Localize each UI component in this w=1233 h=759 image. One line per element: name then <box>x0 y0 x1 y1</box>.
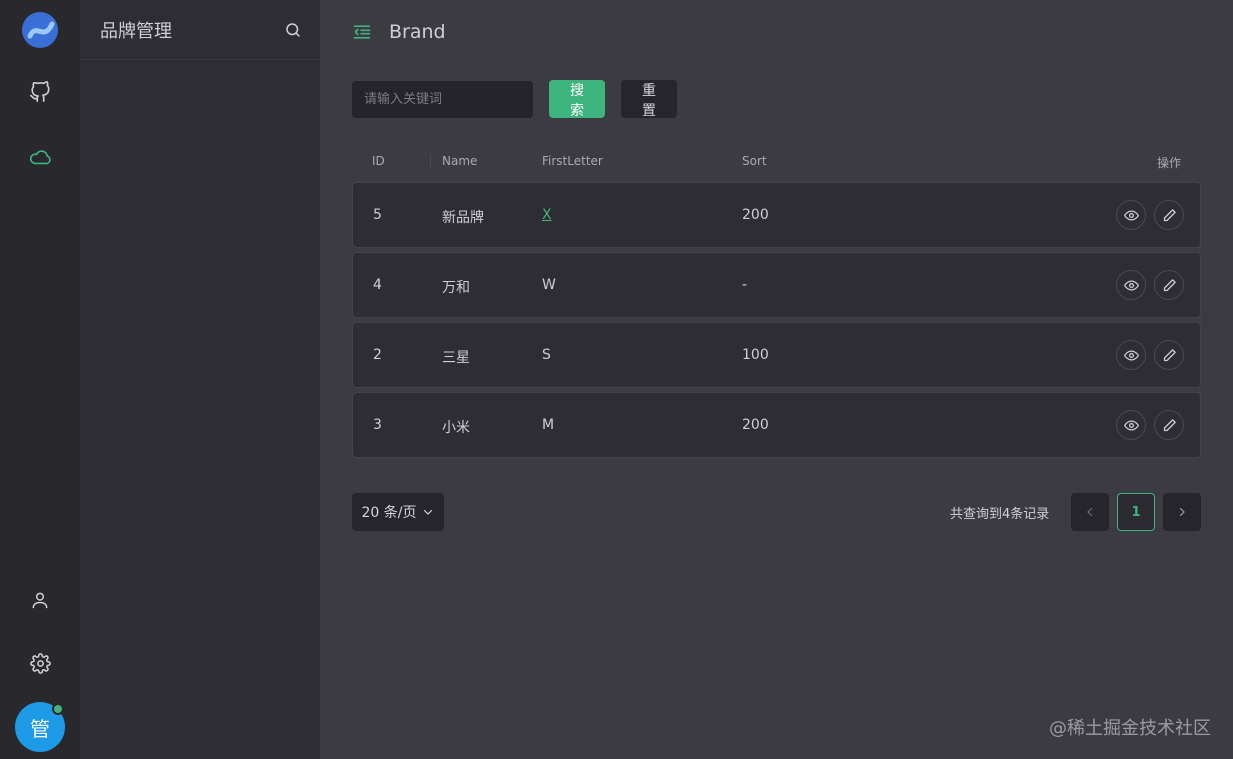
reset-button[interactable]: 重 置 <box>621 80 677 119</box>
online-status-dot <box>52 703 64 715</box>
app-logo-icon[interactable] <box>22 12 58 48</box>
view-button[interactable] <box>1116 340 1146 370</box>
cell-id: 4 <box>373 277 382 293</box>
search-icon[interactable] <box>284 21 302 39</box>
keyword-search-input[interactable] <box>352 80 533 118</box>
cell-sort: 200 <box>742 417 769 433</box>
view-button[interactable] <box>1116 410 1146 440</box>
edit-button[interactable] <box>1154 410 1184 440</box>
cell-id: 2 <box>373 347 382 363</box>
chevron-left-icon <box>1087 507 1093 517</box>
cell-id: 3 <box>373 417 382 433</box>
chevron-down-icon <box>424 509 433 515</box>
column-header-first-letter[interactable]: FirstLetter <box>542 154 603 168</box>
pencil-icon <box>1163 278 1176 291</box>
table-row: 5 新品牌 X 200 <box>352 182 1201 248</box>
cell-name: 三星 <box>442 350 470 366</box>
cell-first-letter: M <box>542 417 555 433</box>
edit-button[interactable] <box>1154 200 1184 230</box>
cell-sort: 200 <box>742 207 769 223</box>
next-page-button[interactable] <box>1163 493 1201 531</box>
cloud-icon[interactable] <box>28 145 52 169</box>
page-number-button[interactable]: 1 <box>1117 493 1155 531</box>
table-header: ID Name FirstLetter Sort 操作 <box>352 144 1201 178</box>
view-button[interactable] <box>1116 200 1146 230</box>
edit-button[interactable] <box>1154 340 1184 370</box>
search-bar: 搜 索 重 置 <box>352 80 677 119</box>
cell-name: 新品牌 <box>442 210 484 226</box>
page-header: Brand <box>352 18 446 46</box>
cell-sort: - <box>742 277 748 293</box>
cell-first-letter: W <box>542 277 556 293</box>
pencil-icon <box>1163 208 1176 221</box>
github-icon[interactable] <box>28 80 52 104</box>
page-size-select[interactable]: 20 条/页 <box>352 493 444 531</box>
cell-name: 万和 <box>442 280 470 296</box>
edit-button[interactable] <box>1154 270 1184 300</box>
column-header-name[interactable]: Name <box>442 154 477 168</box>
cell-first-letter: S <box>542 347 551 363</box>
table-row: 2 三星 S 100 <box>352 322 1201 388</box>
eye-icon <box>1123 419 1139 431</box>
table-row: 3 小米 M 200 <box>352 392 1201 458</box>
pencil-icon <box>1163 348 1176 361</box>
cell-first-letter-link[interactable]: X <box>542 207 552 223</box>
prev-page-button[interactable] <box>1071 493 1109 531</box>
user-icon[interactable] <box>28 588 52 612</box>
brand-table: ID Name FirstLetter Sort 操作 5 新品牌 X 200 … <box>352 144 1201 458</box>
cell-id: 5 <box>373 207 382 223</box>
side-panel: 品牌管理 <box>80 0 320 759</box>
table-row: 4 万和 W - <box>352 252 1201 318</box>
panel-title: 品牌管理 <box>100 20 172 42</box>
view-button[interactable] <box>1116 270 1146 300</box>
cell-sort: 100 <box>742 347 769 363</box>
column-header-sort[interactable]: Sort <box>742 154 767 168</box>
cell-name: 小米 <box>442 420 470 436</box>
icon-rail: 管 <box>0 0 80 759</box>
column-header-id[interactable]: ID <box>372 154 385 168</box>
search-button[interactable]: 搜 索 <box>549 80 605 119</box>
menu-fold-icon[interactable] <box>352 22 372 42</box>
page-size-label: 20 条/页 <box>361 505 417 521</box>
chevron-right-icon <box>1179 507 1185 517</box>
eye-icon <box>1123 209 1139 221</box>
pencil-icon <box>1163 418 1176 431</box>
page-title: Brand <box>389 21 446 43</box>
settings-gear-icon[interactable] <box>28 651 52 675</box>
column-divider <box>430 154 431 168</box>
watermark-text: @稀土掘金技术社区 <box>1049 718 1211 739</box>
panel-header: 品牌管理 <box>80 0 320 60</box>
eye-icon <box>1123 279 1139 291</box>
page-number-label: 1 <box>1131 504 1141 520</box>
eye-icon <box>1123 349 1139 361</box>
column-header-actions: 操作 <box>1156 156 1181 170</box>
avatar-text: 管 <box>30 716 50 741</box>
main-content: Brand 搜 索 重 置 ID Name FirstLetter Sort 操… <box>320 0 1233 759</box>
total-records-text: 共查询到4条记录 <box>950 507 1050 522</box>
